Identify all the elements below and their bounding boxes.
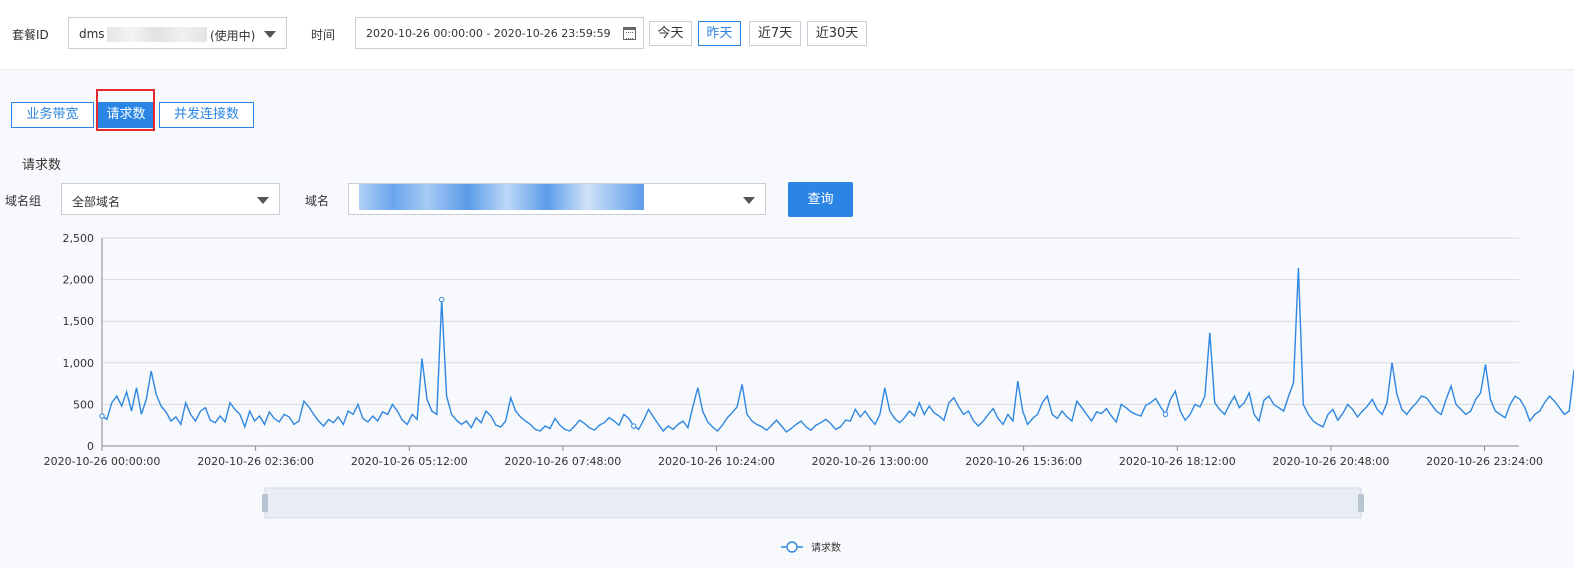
x-tick-label: 2020-10-26 23:24:00 — [1426, 455, 1543, 468]
package-label: 套餐ID — [12, 28, 49, 42]
x-tick-label: 2020-10-26 05:12:00 — [351, 455, 468, 468]
x-tick-label: 2020-10-26 18:12:00 — [1119, 455, 1236, 468]
zoom-handle-right[interactable] — [1358, 494, 1364, 512]
tab-concurrent-connections[interactable]: 并发连接数 — [159, 102, 254, 128]
section-title: 请求数 — [22, 158, 62, 173]
data-point — [631, 423, 637, 429]
x-tick-label: 2020-10-26 15:36:00 — [965, 455, 1082, 468]
quick-today-button[interactable]: 今天 — [649, 21, 692, 46]
legend-marker — [786, 541, 798, 553]
query-button[interactable]: 查询 — [788, 182, 853, 217]
quick-30days-button[interactable]: 近30天 — [807, 21, 867, 46]
domain-label: 域名 — [305, 194, 330, 208]
highlight-box — [96, 89, 155, 131]
x-tick-label: 2020-10-26 10:24:00 — [658, 455, 775, 468]
tab-bandwidth[interactable]: 业务带宽 — [11, 102, 94, 128]
domain-group-label: 域名组 — [5, 194, 42, 208]
package-select[interactable]: dms (使用中) — [68, 17, 287, 49]
date-range-text: 2020-10-26 00:00:00 - 2020-10-26 23:59:5… — [366, 27, 611, 40]
legend-label: 请求数 — [811, 541, 841, 554]
chevron-down-icon — [257, 197, 269, 204]
package-id-redacted — [107, 27, 207, 42]
zoom-handle-left[interactable] — [262, 494, 268, 512]
chevron-down-icon — [743, 197, 755, 204]
calendar-icon — [623, 27, 636, 40]
x-tick-label: 2020-10-26 13:00:00 — [812, 455, 929, 468]
y-tick-label: 2,500 — [63, 232, 95, 245]
y-tick-label: 500 — [73, 398, 94, 411]
y-tick-label: 1,500 — [63, 315, 95, 328]
y-tick-label: 0 — [87, 440, 94, 453]
y-axis: 0 500 1,000 1,500 2,000 2,500 — [63, 232, 95, 453]
series-line-requests — [101, 267, 1574, 433]
domain-redacted — [359, 184, 644, 210]
package-value-suffix: (使用中) — [210, 29, 256, 43]
y-tick-label: 2,000 — [63, 274, 95, 287]
domain-select[interactable] — [348, 183, 766, 215]
request-count-chart: 0 500 1,000 1,500 2,000 2,500 2020-10-26 00:0… — [44, 232, 1574, 554]
package-value-prefix: dms — [79, 27, 105, 41]
quick-7days-button[interactable]: 近7天 — [749, 21, 801, 46]
x-tick-label: 2020-10-26 00:00:00 — [44, 455, 161, 468]
data-point — [99, 413, 105, 419]
x-tick-label: 2020-10-26 20:48:00 — [1273, 455, 1390, 468]
x-tick-label: 2020-10-26 07:48:00 — [504, 455, 621, 468]
domain-group-value: 全部域名 — [72, 195, 121, 209]
data-point — [1162, 411, 1169, 418]
data-point — [439, 296, 445, 303]
zoom-slider[interactable] — [262, 487, 1364, 519]
quick-yesterday-button[interactable]: 昨天 — [698, 21, 741, 46]
zoom-slider-track — [264, 487, 1362, 519]
x-axis: 2020-10-26 00:00:00 2020-10-26 02:36:00 20… — [44, 446, 1543, 468]
time-label: 时间 — [311, 28, 336, 42]
x-tick-label: 2020-10-26 02:36:00 — [197, 455, 314, 468]
legend[interactable]: 请求数 — [781, 541, 841, 554]
domain-group-select[interactable]: 全部域名 — [61, 183, 280, 215]
date-range-picker[interactable]: 2020-10-26 00:00:00 - 2020-10-26 23:59:5… — [355, 17, 644, 49]
chevron-down-icon — [264, 31, 276, 38]
y-tick-label: 1,000 — [63, 357, 95, 370]
